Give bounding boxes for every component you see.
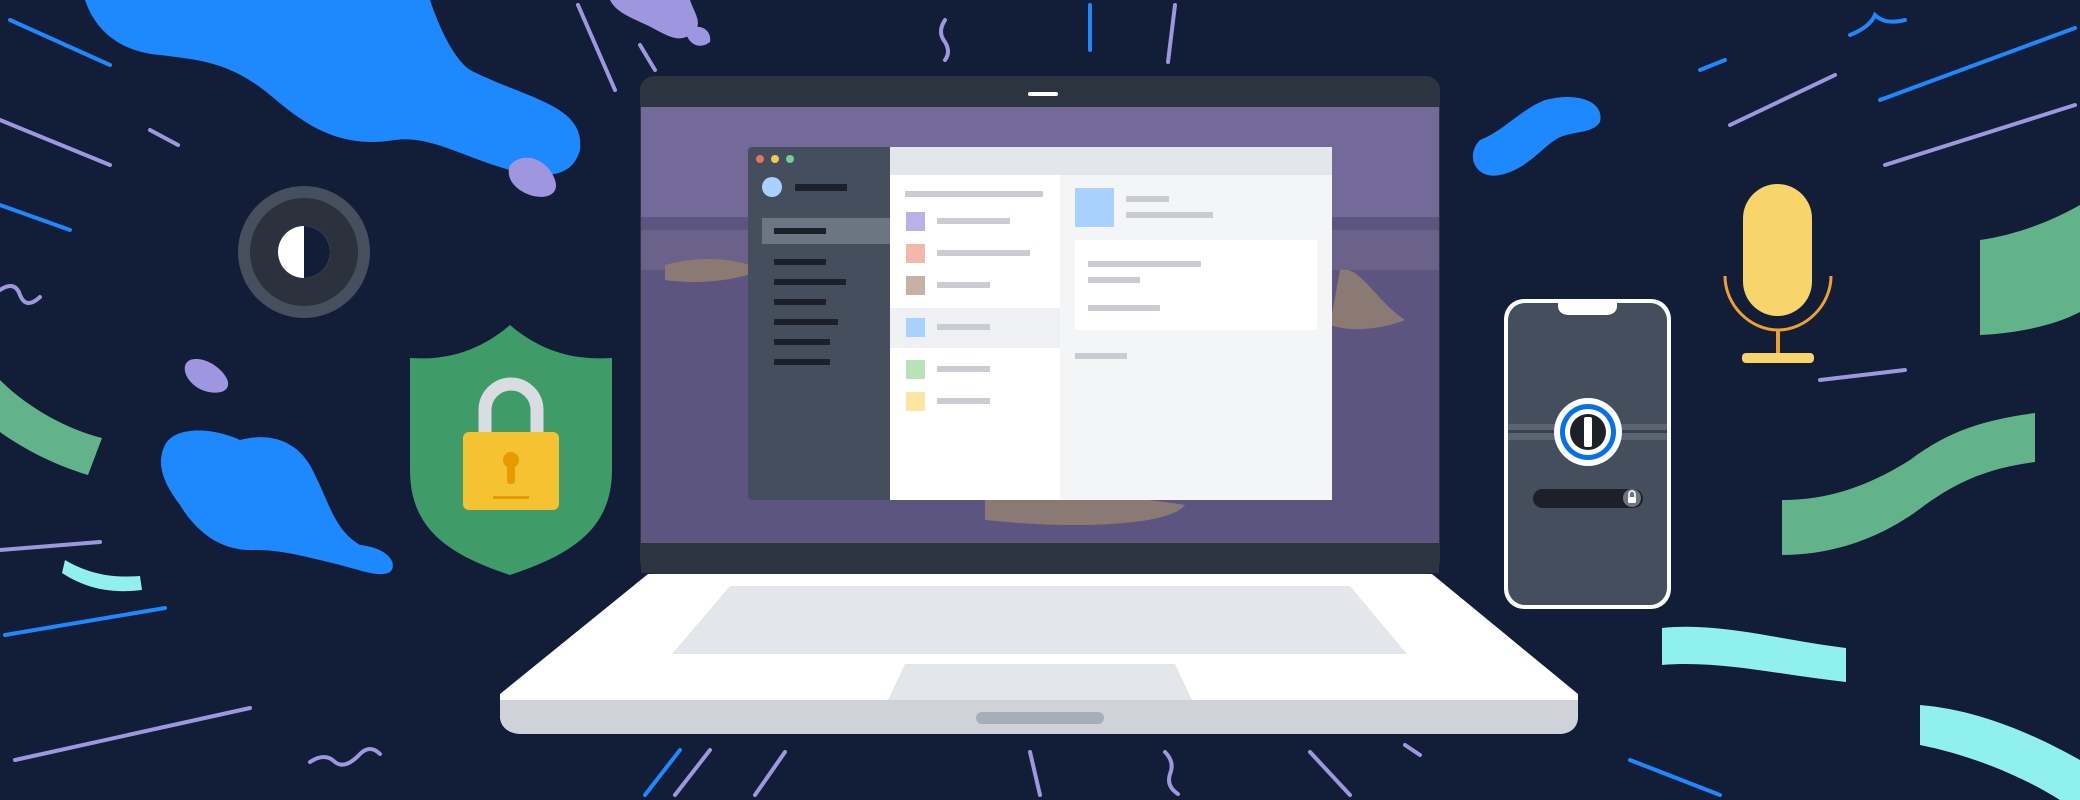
security-shield bbox=[410, 325, 612, 575]
hero-illustration bbox=[0, 0, 2080, 800]
app-window bbox=[748, 147, 1332, 500]
avatar bbox=[762, 177, 782, 197]
minimize-window-dot[interactable] bbox=[771, 155, 779, 163]
close-window-dot[interactable] bbox=[756, 155, 764, 163]
illustration-canvas bbox=[0, 0, 2080, 800]
microphone-icon bbox=[1723, 184, 1833, 363]
laptop-base bbox=[500, 574, 1578, 734]
lock-icon[interactable] bbox=[1623, 489, 1641, 507]
phone bbox=[1504, 299, 1671, 609]
1password-keyhole-icon[interactable] bbox=[1554, 398, 1622, 466]
contrast-toggle-icon bbox=[238, 186, 370, 318]
traffic-lights bbox=[756, 155, 794, 163]
zoom-window-dot[interactable] bbox=[786, 155, 794, 163]
laptop bbox=[500, 76, 1578, 734]
